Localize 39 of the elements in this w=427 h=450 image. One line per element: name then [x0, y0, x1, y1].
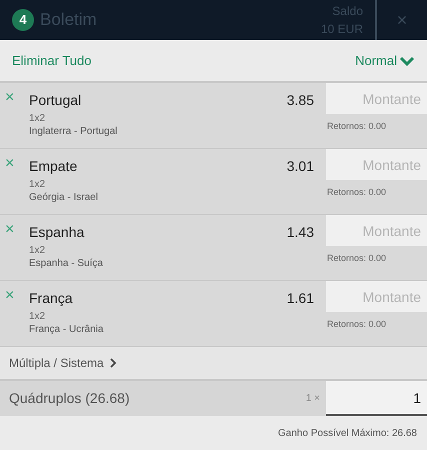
event-name: França - Ucrânia [29, 323, 104, 336]
market-name: 1x2 [29, 244, 46, 257]
stake-input[interactable]: 1 [326, 381, 427, 416]
close-button[interactable]: × [377, 0, 427, 40]
event-name: Geórgia - Israel [29, 191, 98, 204]
returns-text: Retornos: 0.00 [326, 318, 388, 331]
clear-all-link[interactable]: Eliminar Tudo [12, 50, 92, 70]
remove-button[interactable]: × [5, 289, 29, 303]
odds-value: 1.61 [286, 289, 315, 308]
count-badge: 4 [12, 9, 34, 31]
stake-input[interactable]: Montante [326, 281, 427, 312]
max-win-text: Ganho Possível Máximo: 26.68 [278, 427, 417, 441]
event-name: Espanha - Suíça [29, 257, 103, 270]
multiplier-text: 1 × [306, 392, 321, 406]
mode-dropdown[interactable]: Normal [355, 50, 415, 70]
market-name: 1x2 [29, 178, 46, 191]
combo-label: Quádruplos (26.68) [8, 389, 131, 408]
returns-text: Retornos: 0.00 [326, 252, 388, 265]
returns-text: Retornos: 0.00 [326, 120, 388, 133]
remove-button[interactable]: × [5, 157, 29, 171]
event-name: Inglaterra - Portugal [29, 125, 118, 138]
selection-name: Espanha [29, 223, 86, 241]
remove-button[interactable]: × [5, 223, 29, 237]
multiple-system-toggle[interactable]: Múltipla / Sistema [9, 354, 117, 372]
selection-name: França [29, 289, 74, 307]
market-name: 1x2 [29, 112, 46, 125]
odds-value: 1.43 [286, 223, 315, 242]
stake-input[interactable]: Montante [326, 215, 427, 246]
stake-input[interactable]: Montante [326, 149, 427, 180]
market-name: 1x2 [29, 310, 46, 323]
odds-value: 3.85 [286, 91, 315, 110]
odds-value: 3.01 [286, 157, 315, 176]
returns-text: Retornos: 0.00 [326, 186, 388, 199]
chevron-right-icon [110, 358, 117, 368]
remove-button[interactable]: × [5, 91, 29, 105]
stake-input[interactable]: Montante [326, 83, 427, 114]
selection-name: Empate [29, 157, 78, 175]
selection-name: Portugal [29, 91, 82, 109]
chevron-down-icon [399, 54, 415, 66]
